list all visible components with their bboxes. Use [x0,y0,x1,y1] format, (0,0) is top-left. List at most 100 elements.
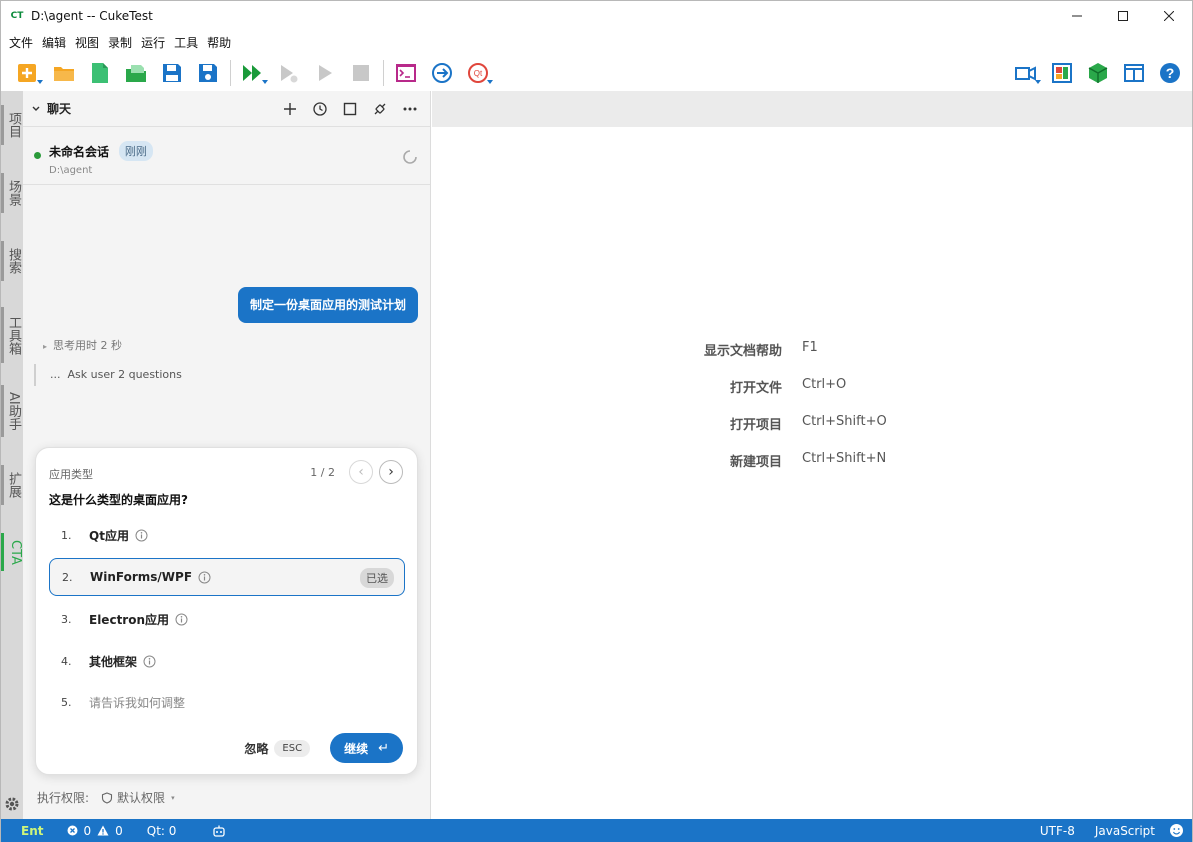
panel-button[interactable] [1119,58,1149,88]
help-icon: ? [1160,63,1180,83]
terminal-button[interactable] [391,58,421,88]
settings-button[interactable] [3,795,21,813]
stop-button[interactable] [346,58,376,88]
plus-icon [284,103,296,115]
shortcut-key: Ctrl+O [802,377,847,392]
run-config-button[interactable] [274,58,304,88]
robot-icon [213,825,226,837]
info-icon[interactable] [135,529,148,542]
history-icon [313,102,327,116]
package-icon [1088,63,1108,83]
close-button[interactable] [1146,1,1192,31]
maximize-button[interactable] [1100,1,1146,31]
record-button[interactable] [1011,58,1041,88]
menu-edit[interactable]: 编辑 [38,34,70,51]
more-button[interactable] [398,97,422,121]
save-button[interactable] [157,58,187,88]
tab-project[interactable]: 项目 [1,105,23,145]
shield-icon [101,791,113,804]
ent-status[interactable]: Ent [21,824,43,838]
menu-tools[interactable]: 工具 [170,34,202,51]
save-all-button[interactable] [193,58,223,88]
history-button[interactable] [308,97,332,121]
open-file-button[interactable] [121,58,151,88]
prev-question-button[interactable]: ‹ [349,460,373,484]
permission-dropdown[interactable]: 默认权限 [117,789,165,806]
help-button[interactable]: ? [1155,58,1185,88]
option-item[interactable]: 3. Electron应用 [49,600,405,638]
continue-button[interactable]: 继续 ↵ [330,733,403,763]
feedback-smiley-icon[interactable] [1169,823,1184,838]
chevron-down-icon [487,80,493,84]
new-file-button[interactable] [85,58,115,88]
package-button[interactable] [1083,58,1113,88]
info-icon[interactable] [198,571,211,584]
run-config-icon [281,65,298,83]
menu-help[interactable]: 帮助 [203,34,235,51]
ignore-button[interactable]: 忽略 [244,740,268,757]
question-pager: 1 / 2 ‹ › [310,460,403,484]
chat-header-actions [272,97,422,121]
tab-cta[interactable]: CTA [1,533,23,571]
shortcut-label: 显示文档帮助 [703,344,782,359]
toolbar-separator [230,60,231,86]
next-question-button[interactable]: › [379,460,403,484]
continue-label: 继续 [344,741,369,756]
navigate-button[interactable] [427,58,457,88]
tab-ai-assistant[interactable]: AI助手 [1,385,23,437]
custom-answer-input[interactable]: 5. 请告诉我如何调整 [49,683,405,721]
tab-extensions[interactable]: 扩展 [1,465,23,505]
tool-call-label: Ask user 2 questions [67,368,182,381]
app-logo: CT [10,11,24,21]
save-all-icon [199,64,217,82]
panel-icon [1124,64,1144,82]
caret-right-icon: ▸ [43,342,48,351]
run-button[interactable] [310,58,340,88]
menu-record[interactable]: 录制 [104,34,136,51]
user-message-bubble: 制定一份桌面应用的测试计划 [237,287,418,323]
minimize-icon [1072,15,1082,17]
toolbar-right: ? [1008,58,1188,88]
open-folder-button[interactable] [49,58,79,88]
encoding-status[interactable]: UTF-8 [1040,824,1075,838]
run-all-button[interactable] [238,58,268,88]
language-status[interactable]: JavaScript [1095,824,1155,838]
chevron-down-icon[interactable] [31,104,41,114]
tab-scenario[interactable]: 场景 [1,173,23,213]
qt-button[interactable]: Qt [463,58,493,88]
status-right: UTF-8 JavaScript [1040,819,1184,842]
shortcut-label: 新建项目 [729,455,782,470]
window-controls [1054,1,1192,31]
problems-status[interactable]: 0 0 [67,824,123,838]
menu-file[interactable]: 文件 [5,34,37,51]
new-chat-button[interactable] [278,97,302,121]
info-icon[interactable] [175,613,188,626]
session-time-badge: 刚刚 [118,141,153,161]
minimize-button[interactable] [1054,1,1100,31]
navigate-icon [432,63,452,83]
layout-button[interactable] [1047,58,1077,88]
chevron-down-icon[interactable]: ▾ [171,794,175,802]
connect-button[interactable] [368,97,392,121]
menu-run[interactable]: 运行 [137,34,169,51]
qt-status[interactable]: Qt: 0 [147,824,177,838]
thinking-toggle[interactable]: ▸ 思考用时 2 秒 [43,337,122,353]
new-button[interactable] [13,58,43,88]
menu-view[interactable]: 视图 [71,34,103,51]
loading-spinner-icon [403,150,417,164]
agent-status[interactable] [212,824,226,838]
option-item[interactable]: 1. Qt应用 [49,516,405,554]
terminal-icon [396,64,416,82]
option-item[interactable]: 4. 其他框架 [49,642,405,680]
info-icon[interactable] [143,655,156,668]
option-item-selected[interactable]: 2. WinForms/WPF 已选 [49,558,405,596]
maximize-panel-button[interactable] [338,97,362,121]
toolbar-separator [383,60,384,86]
gear-icon [5,797,19,811]
chevron-down-icon [37,80,43,84]
option-number: 1. [61,528,72,542]
shortcut-key: Ctrl+Shift+O [802,414,887,429]
session-item[interactable]: 未命名会话 刚刚 D:\agent [23,127,430,185]
tab-search[interactable]: 搜索 [1,241,23,281]
tab-toolbox[interactable]: 工具箱 [1,307,23,363]
